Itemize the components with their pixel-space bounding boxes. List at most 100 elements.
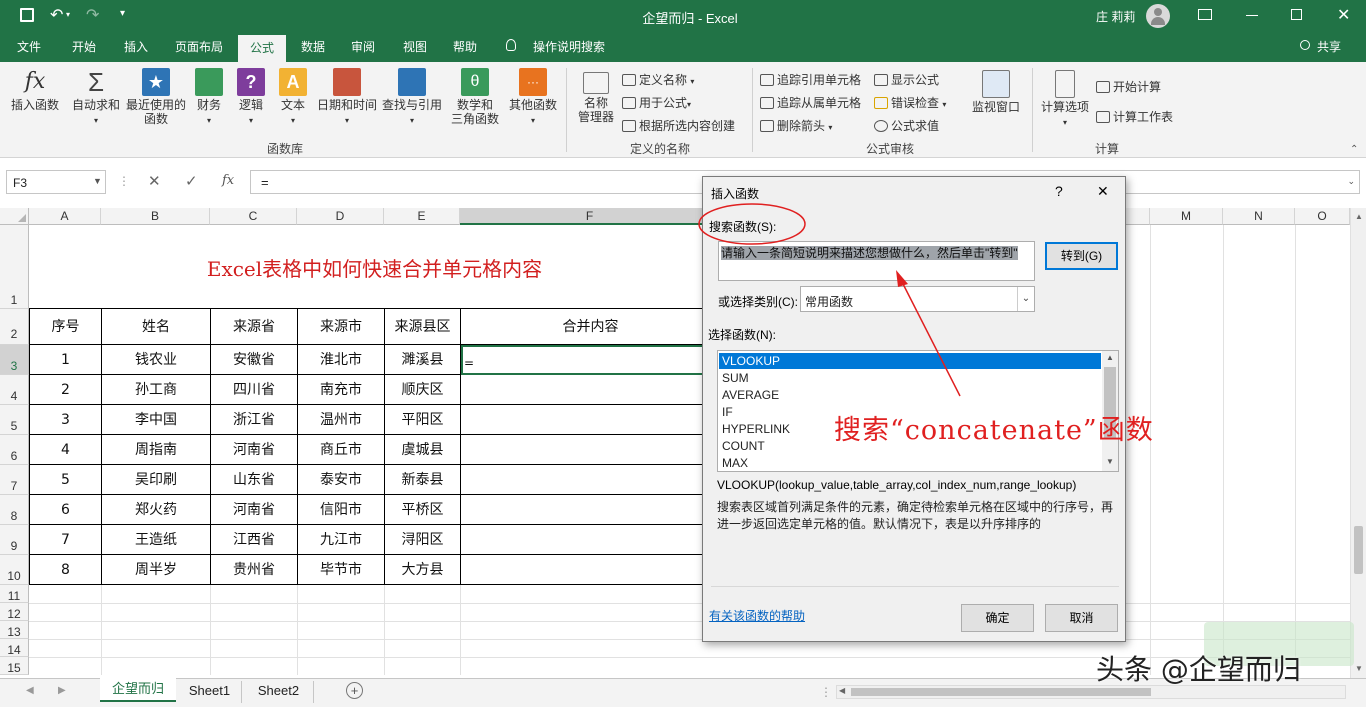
- title-cell[interactable]: Excel表格中如何快速合并单元格内容: [29, 225, 720, 309]
- calculate-now-button[interactable]: 开始计算: [1096, 78, 1161, 95]
- table-cell[interactable]: 信阳市: [298, 495, 385, 525]
- table-cell[interactable]: [461, 495, 721, 525]
- table-cell[interactable]: 河南省: [211, 435, 298, 465]
- table-cell[interactable]: 平阳区: [385, 405, 461, 435]
- table-cell[interactable]: 周指南: [102, 435, 211, 465]
- scroll-left-icon[interactable]: ◀: [839, 686, 845, 695]
- table-cell[interactable]: [461, 555, 721, 585]
- table-cell[interactable]: 1: [30, 345, 102, 375]
- recently-used-button[interactable]: ★ 最近使用的 函数: [124, 68, 188, 126]
- row-header[interactable]: 5: [0, 405, 29, 435]
- sheet-tab-active[interactable]: 企望而归: [100, 678, 176, 702]
- column-header-f[interactable]: F: [460, 208, 720, 225]
- autosum-button[interactable]: Σ 自动求和 ▾: [70, 68, 122, 128]
- table-cell[interactable]: 平桥区: [385, 495, 461, 525]
- table-cell[interactable]: 淮北市: [298, 345, 385, 375]
- row-header[interactable]: 13: [0, 621, 29, 639]
- row-header[interactable]: 7: [0, 465, 29, 495]
- table-cell[interactable]: 吴印刷: [102, 465, 211, 495]
- table-cell[interactable]: 大方县: [385, 555, 461, 585]
- header-cell[interactable]: 来源省: [211, 309, 298, 345]
- avatar[interactable]: [1146, 4, 1170, 28]
- column-header-b[interactable]: B: [101, 208, 210, 225]
- table-cell[interactable]: 顺庆区: [385, 375, 461, 405]
- collapse-ribbon-icon[interactable]: ⌃: [1350, 144, 1358, 155]
- column-header-a[interactable]: A: [29, 208, 101, 225]
- row-header[interactable]: 12: [0, 603, 29, 621]
- table-cell[interactable]: 李中国: [102, 405, 211, 435]
- watch-window-button[interactable]: 监视窗口: [966, 70, 1026, 114]
- logical-button[interactable]: ? 逻辑 ▾: [232, 68, 270, 128]
- list-scroll-up-icon[interactable]: ▲: [1106, 353, 1114, 362]
- search-function-input[interactable]: 请输入一条简短说明来描述您想做什么，然后单击"转到": [718, 241, 1035, 281]
- restore-icon[interactable]: [1291, 9, 1302, 20]
- tab-view[interactable]: 视图: [394, 32, 436, 62]
- list-scroll-down-icon[interactable]: ▼: [1106, 457, 1114, 466]
- row-header[interactable]: 4: [0, 375, 29, 405]
- prev-sheet-icon[interactable]: ◀: [26, 685, 34, 696]
- table-cell[interactable]: 贵州省: [211, 555, 298, 585]
- name-box-dropdown-icon[interactable]: ▼: [93, 176, 102, 186]
- row-header[interactable]: 9: [0, 525, 29, 555]
- table-cell[interactable]: 安徽省: [211, 345, 298, 375]
- table-cell[interactable]: 九江市: [298, 525, 385, 555]
- row-header[interactable]: 8: [0, 495, 29, 525]
- tab-splitter-icon[interactable]: ⋮: [820, 685, 832, 699]
- table-cell[interactable]: 河南省: [211, 495, 298, 525]
- trace-precedents-button[interactable]: 追踪引用单元格: [760, 71, 861, 88]
- table-cell[interactable]: [461, 375, 721, 405]
- table-cell[interactable]: 浔阳区: [385, 525, 461, 555]
- tab-file[interactable]: 文件: [6, 32, 52, 62]
- table-cell[interactable]: 商丘市: [298, 435, 385, 465]
- add-sheet-icon[interactable]: +: [346, 682, 363, 699]
- name-box[interactable]: F3 ▼: [6, 170, 106, 194]
- ribbon-display-options-icon[interactable]: [1198, 9, 1212, 20]
- table-cell[interactable]: 王造纸: [102, 525, 211, 555]
- cancel-entry-icon[interactable]: ✕: [148, 172, 161, 190]
- save-icon[interactable]: [20, 8, 34, 22]
- table-cell[interactable]: 江西省: [211, 525, 298, 555]
- ok-button[interactable]: 确定: [961, 604, 1034, 632]
- column-header-m[interactable]: M: [1150, 208, 1223, 225]
- table-cell[interactable]: 南充市: [298, 375, 385, 405]
- table-cell[interactable]: 温州市: [298, 405, 385, 435]
- table-cell[interactable]: 郑火药: [102, 495, 211, 525]
- use-in-formula-button[interactable]: 用于公式▾: [622, 94, 691, 111]
- category-dropdown-icon[interactable]: ⌄: [1017, 287, 1034, 311]
- undo-dropdown-icon[interactable]: ▾: [66, 10, 70, 19]
- define-name-button[interactable]: 定义名称 ▾: [622, 71, 694, 88]
- function-list-item[interactable]: MAX: [719, 455, 1101, 472]
- column-header-o[interactable]: O: [1295, 208, 1350, 225]
- column-header-n[interactable]: N: [1223, 208, 1295, 225]
- name-manager-button[interactable]: 名称 管理器: [574, 72, 618, 124]
- column-header-e[interactable]: E: [384, 208, 460, 225]
- tab-page-layout[interactable]: 页面布局: [166, 32, 232, 62]
- calculation-options-button[interactable]: 计算选项 ▾: [1038, 70, 1092, 130]
- scroll-up-icon[interactable]: ▲: [1355, 212, 1363, 221]
- expand-formula-icon[interactable]: ⌄: [1347, 176, 1355, 187]
- share-icon[interactable]: [1300, 40, 1310, 50]
- table-cell[interactable]: 四川省: [211, 375, 298, 405]
- table-cell[interactable]: 山东省: [211, 465, 298, 495]
- row-header[interactable]: 1: [0, 225, 29, 309]
- minimize-icon[interactable]: [1246, 15, 1258, 16]
- column-header-d[interactable]: D: [297, 208, 384, 225]
- financial-button[interactable]: 财务 ▾: [190, 68, 228, 128]
- horizontal-scrollbar-thumb[interactable]: [851, 688, 1151, 696]
- column-header-c[interactable]: C: [210, 208, 297, 225]
- tell-me-search[interactable]: 操作说明搜索: [528, 32, 610, 62]
- table-cell[interactable]: 6: [30, 495, 102, 525]
- table-cell[interactable]: 3: [30, 405, 102, 435]
- calculate-sheet-button[interactable]: 计算工作表: [1096, 108, 1173, 125]
- evaluate-formula-button[interactable]: 公式求值: [874, 117, 939, 134]
- row-header[interactable]: 6: [0, 435, 29, 465]
- tab-insert[interactable]: 插入: [112, 32, 160, 62]
- table-cell[interactable]: 毕节市: [298, 555, 385, 585]
- dialog-close-icon[interactable]: ✕: [1097, 183, 1109, 200]
- undo-icon[interactable]: ↶: [50, 5, 63, 25]
- insert-function-fx-icon[interactable]: fx: [222, 173, 234, 188]
- table-cell[interactable]: 泰安市: [298, 465, 385, 495]
- row-header[interactable]: 10: [0, 555, 29, 585]
- table-cell[interactable]: 浙江省: [211, 405, 298, 435]
- trace-dependents-button[interactable]: 追踪从属单元格: [760, 94, 861, 111]
